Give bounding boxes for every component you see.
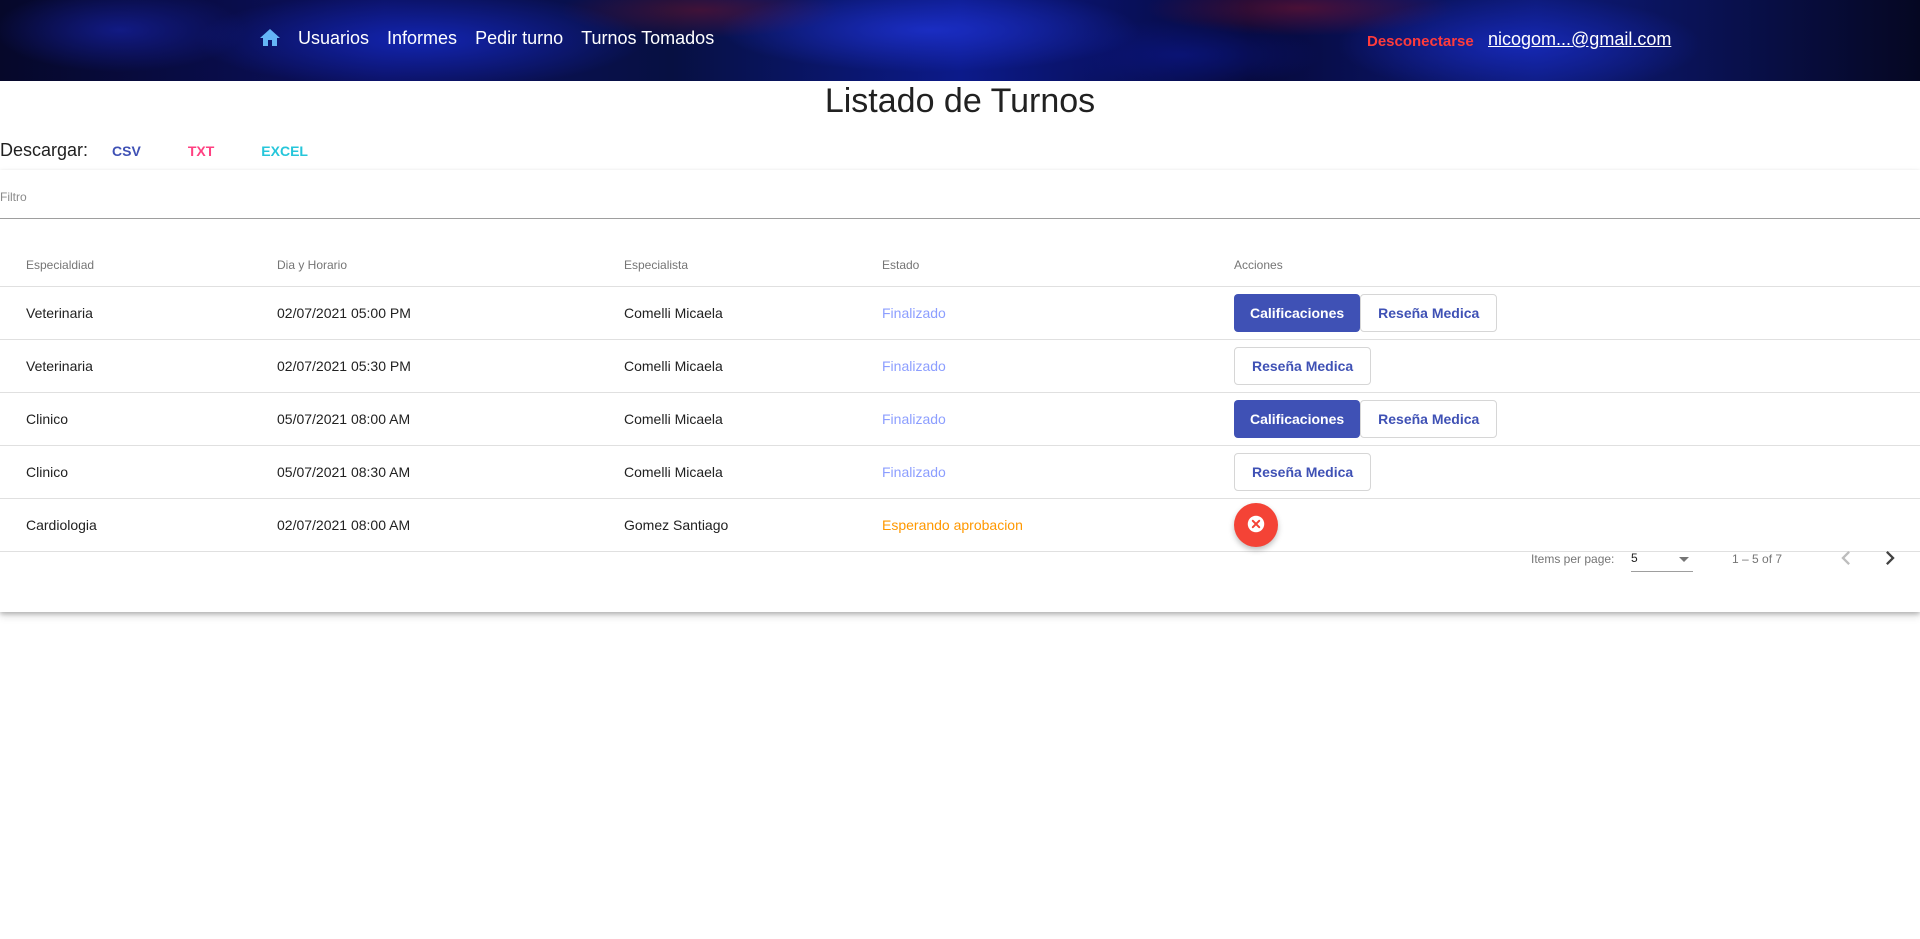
cell-fecha: 05/07/2021 08:30 AM: [277, 464, 411, 480]
header-acciones: Acciones: [1234, 258, 1283, 272]
cell-especialista: Comelli Micaela: [624, 358, 723, 374]
user-email-link[interactable]: nicogom...@gmail.com: [1488, 29, 1671, 50]
cell-estado: Finalizado: [882, 464, 946, 480]
cell-fecha: 02/07/2021 08:00 AM: [277, 517, 411, 533]
table-row: Clinico 05/07/2021 08:30 AM Comelli Mica…: [0, 446, 1920, 499]
cell-especialidad: Clinico: [26, 411, 69, 427]
items-per-page-select[interactable]: 5: [1631, 547, 1693, 572]
home-icon[interactable]: [258, 26, 282, 50]
nav-usuarios[interactable]: Usuarios: [298, 26, 369, 50]
page-title: Listado de Turnos: [824, 82, 1096, 120]
cell-fecha: 05/07/2021 08:00 AM: [277, 411, 411, 427]
cell-especialidad: Cardiologia: [26, 517, 97, 533]
cell-fecha: 02/07/2021 05:00 PM: [277, 305, 411, 321]
resena-medica-button[interactable]: Reseña Medica: [1360, 294, 1498, 332]
calificaciones-button[interactable]: Calificaciones: [1234, 400, 1361, 438]
cell-estado: Esperando aprobacion: [882, 517, 1023, 533]
filter-input[interactable]: [0, 190, 1900, 204]
resena-medica-button[interactable]: Reseña Medica: [1234, 347, 1372, 385]
items-per-page-value: 5: [1631, 551, 1638, 565]
turnos-table-card: Especialdiad Dia y Horario Especialista …: [0, 170, 1920, 612]
header-dia-horario[interactable]: Dia y Horario: [277, 258, 347, 272]
dropdown-arrow-icon: [1679, 557, 1689, 562]
table-row: Clinico 05/07/2021 08:00 AM Comelli Mica…: [0, 393, 1920, 446]
page-range-label: 1 – 5 of 7: [1732, 552, 1783, 566]
chevron-left-icon: [1841, 551, 1850, 565]
header-estado[interactable]: Estado: [882, 258, 919, 272]
logout-button[interactable]: Desconectarse: [1367, 33, 1474, 50]
resena-medica-button[interactable]: Reseña Medica: [1360, 400, 1498, 438]
nav-links: Usuarios Informes Pedir turno Turnos Tom…: [258, 26, 732, 50]
cell-estado: Finalizado: [882, 305, 946, 321]
cell-especialista: Comelli Micaela: [624, 464, 723, 480]
download-txt-button[interactable]: TXT: [188, 143, 214, 159]
cell-especialista: Comelli Micaela: [624, 411, 723, 427]
cell-fecha: 02/07/2021 05:30 PM: [277, 358, 411, 374]
table-row: Veterinaria 02/07/2021 05:00 PM Comelli …: [0, 287, 1920, 340]
download-label: Descargar:: [0, 140, 89, 160]
download-excel-button[interactable]: EXCEL: [261, 143, 308, 159]
row-actions: Reseña Medica: [1234, 347, 1372, 385]
cell-especialista: Comelli Micaela: [624, 305, 723, 321]
download-row: Descargar: CSV TXT EXCEL: [0, 140, 355, 161]
items-per-page-label: Items per page:: [1531, 552, 1615, 566]
filter-field: [0, 188, 1920, 219]
chevron-right-icon: [1886, 551, 1895, 565]
nav-informes[interactable]: Informes: [387, 26, 457, 50]
cell-especialidad: Veterinaria: [26, 305, 93, 321]
cell-especialista: Gomez Santiago: [624, 517, 729, 533]
cell-especialidad: Veterinaria: [26, 358, 93, 374]
nav-pedir-turno[interactable]: Pedir turno: [475, 26, 563, 50]
nav-turnos-tomados[interactable]: Turnos Tomados: [581, 26, 714, 50]
row-actions: Calificaciones Reseña Medica: [1234, 294, 1498, 332]
cell-estado: Finalizado: [882, 411, 946, 427]
calificaciones-button[interactable]: Calificaciones: [1234, 294, 1361, 332]
header-especialista[interactable]: Especialista: [624, 258, 688, 272]
cell-especialidad: Clinico: [26, 464, 69, 480]
table-header: Especialdiad Dia y Horario Especialista …: [0, 244, 1920, 287]
download-csv-button[interactable]: CSV: [112, 143, 141, 159]
row-actions: Reseña Medica: [1234, 453, 1372, 491]
header-especialidad[interactable]: Especialdiad: [26, 258, 94, 272]
next-page-button[interactable]: [1876, 544, 1904, 572]
row-actions: Calificaciones Reseña Medica: [1234, 400, 1498, 438]
paginator: Items per page: 5 1 – 5 of 7: [0, 534, 1920, 590]
previous-page-button[interactable]: [1832, 544, 1860, 572]
cell-estado: Finalizado: [882, 358, 946, 374]
resena-medica-button[interactable]: Reseña Medica: [1234, 453, 1372, 491]
table-row: Veterinaria 02/07/2021 05:30 PM Comelli …: [0, 340, 1920, 393]
top-navbar: Usuarios Informes Pedir turno Turnos Tom…: [0, 0, 1920, 81]
